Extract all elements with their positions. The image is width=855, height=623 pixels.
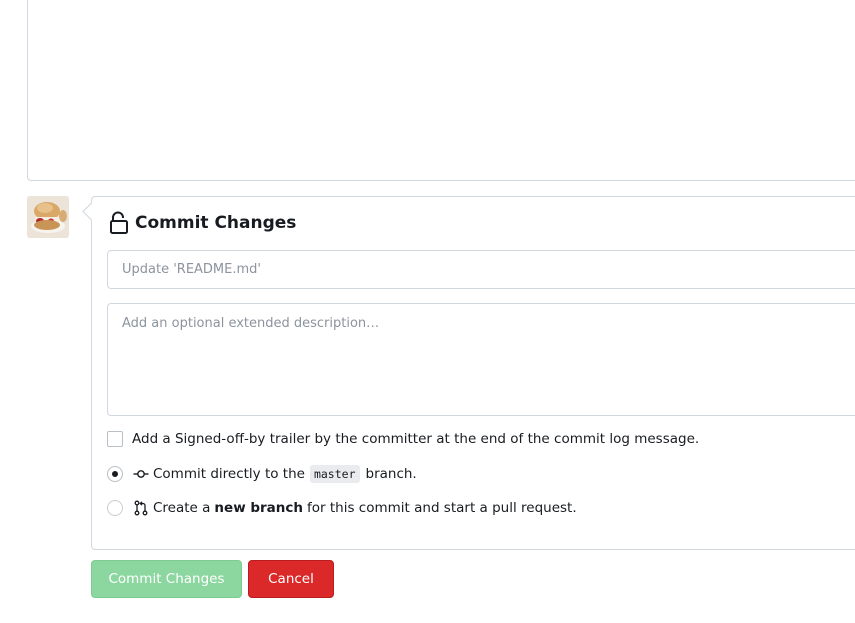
signoff-option[interactable]: Add a Signed-off-by trailer by the commi… [107,431,699,447]
git-pull-request-icon [134,500,148,516]
file-editor[interactable] [27,0,855,181]
commit-panel-title: Commit Changes [135,213,297,233]
new-branch-emphasis: new branch [214,500,304,516]
commit-direct-radio[interactable] [107,466,123,482]
commit-description-textarea[interactable] [107,303,855,416]
commit-direct-prefix: Commit directly to the [153,466,305,482]
avatar-image [27,196,69,238]
user-avatar [27,196,69,238]
commit-summary-input[interactable] [107,250,855,289]
commit-panel-header: Commit Changes [109,211,296,235]
commit-page: Commit Changes Add a Signed-off-by trail… [0,0,855,623]
new-branch-option[interactable]: Create a new branch for this commit and … [107,500,577,516]
signoff-checkbox[interactable] [107,431,123,447]
commit-direct-suffix: branch. [365,466,417,482]
commit-direct-option[interactable]: Commit directly to the master branch. [107,465,417,483]
git-commit-icon [133,470,149,478]
new-branch-radio[interactable] [107,500,123,516]
new-branch-prefix: Create a [153,500,211,516]
unlock-icon [110,211,128,234]
commit-changes-button[interactable]: Commit Changes [91,560,242,598]
cancel-button[interactable]: Cancel [248,560,334,598]
signoff-label: Add a Signed-off-by trailer by the commi… [132,431,700,447]
branch-name-chip: master [309,465,360,483]
new-branch-suffix: for this commit and start a pull request… [307,500,577,516]
